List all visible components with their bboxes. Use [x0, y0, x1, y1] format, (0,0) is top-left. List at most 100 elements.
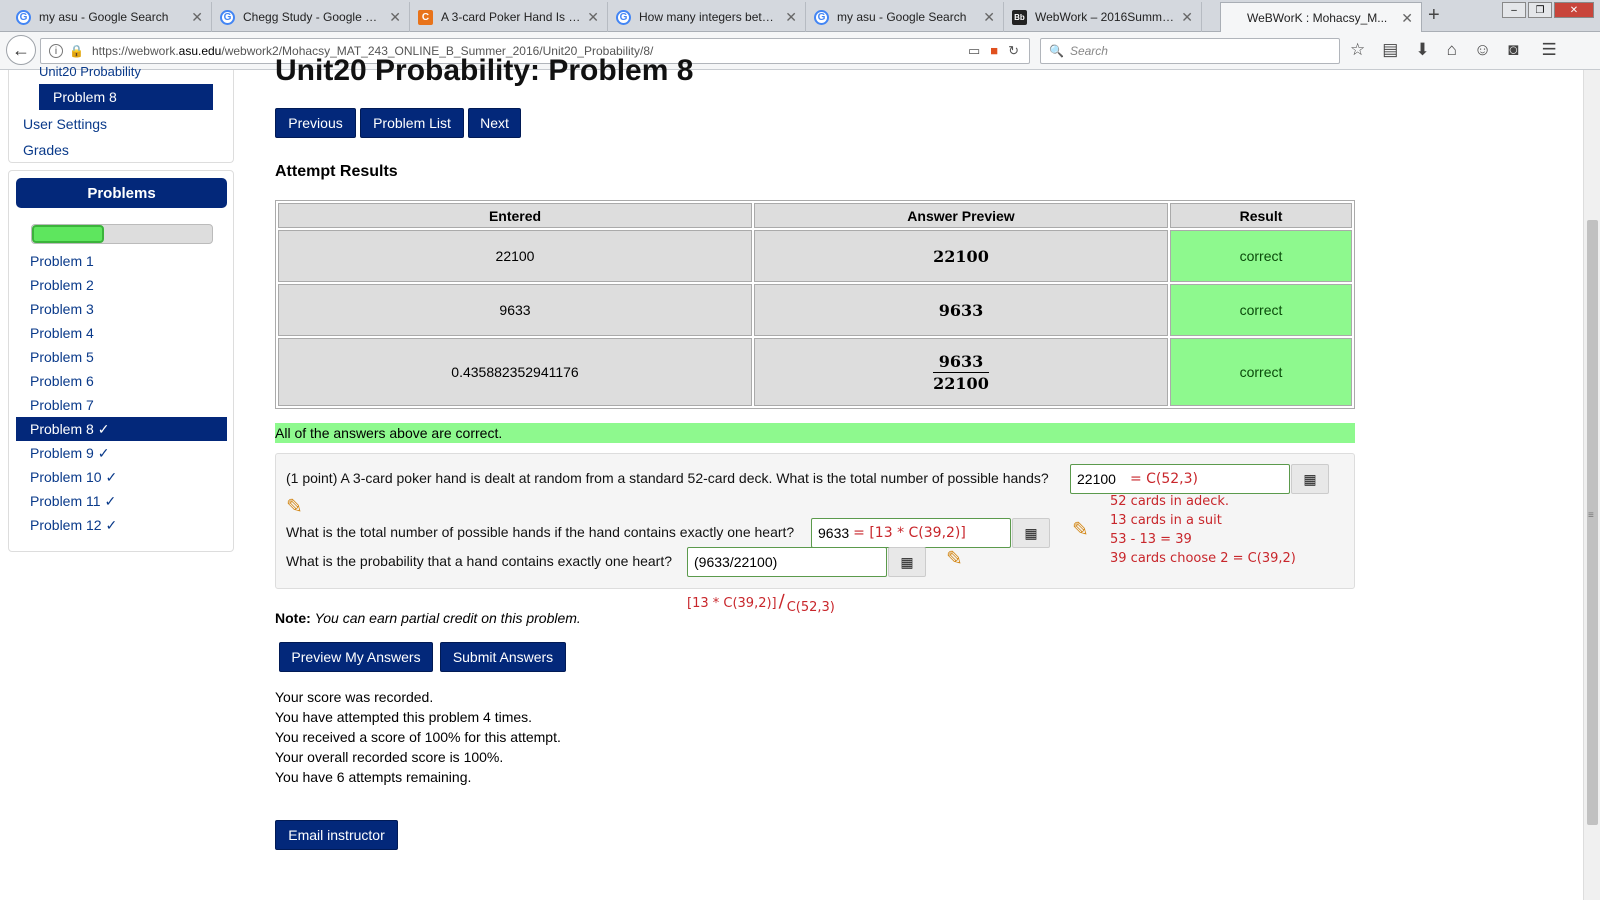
sidebar-problem-item[interactable]: Problem 6: [16, 369, 227, 393]
chat-icon[interactable]: ☺: [1474, 40, 1491, 60]
google-icon: G: [814, 9, 829, 25]
handwritten-below-note: [13 * C(39,2)] ∕ C(52,3): [687, 592, 835, 615]
google-icon: G: [16, 9, 31, 25]
sidebar-problem-item[interactable]: Problem 2: [16, 273, 227, 297]
browser-tab[interactable]: G my asu - Google Search ✕: [8, 2, 212, 32]
equation-editor-button[interactable]: ▦: [888, 547, 926, 577]
home-icon[interactable]: ⌂: [1447, 40, 1457, 60]
close-tab-icon[interactable]: ✕: [587, 9, 599, 26]
problems-heading: Problems: [16, 178, 227, 208]
next-button[interactable]: Next: [468, 108, 521, 138]
answer-2-input[interactable]: 9633 = [13 * C(39,2)]: [811, 518, 1011, 548]
browser-tab[interactable]: G Chegg Study - Google Se... ✕: [212, 2, 410, 32]
reader-view-icon[interactable]: ▭: [968, 43, 980, 59]
pencil-icon: ✎: [946, 548, 963, 570]
table-row: 9633 9633 correct: [278, 284, 1352, 336]
sidebar-problem-item[interactable]: Problem 9 ✓: [16, 441, 227, 465]
page-scrollbar[interactable]: ≡: [1583, 70, 1600, 900]
sidebar-problem-item[interactable]: Problem 10 ✓: [16, 465, 227, 489]
close-tab-icon[interactable]: ✕: [785, 9, 797, 26]
preview-answers-button[interactable]: Preview My Answers: [279, 642, 433, 672]
progress-bar: [31, 224, 213, 244]
maximize-icon[interactable]: ❐: [1528, 2, 1552, 18]
question-1-text: (1 point) A 3-card poker hand is dealt a…: [286, 470, 1049, 486]
search-placeholder: Search: [1069, 44, 1108, 58]
browser-tab[interactable]: G How many integers betw... ✕: [608, 2, 806, 32]
below-note-denominator: C(52,3): [786, 600, 835, 615]
preview-cell: 9633 22100: [754, 338, 1168, 406]
submit-answers-button[interactable]: Submit Answers: [440, 642, 566, 672]
side-note-line: 39 cards choose 2 = C(39,2): [1110, 551, 1296, 566]
close-tab-icon[interactable]: ✕: [1401, 10, 1413, 27]
search-icon: 🔍: [1049, 44, 1064, 58]
download-icon[interactable]: ⬇: [1415, 40, 1429, 60]
menu-icon[interactable]: ☰: [1541, 40, 1556, 60]
preview-cell: 22100: [754, 230, 1168, 282]
equation-editor-button[interactable]: ▦: [1012, 518, 1050, 548]
minimize-icon[interactable]: ‒: [1502, 2, 1526, 18]
sidebar-problem-item[interactable]: Problem 4: [16, 321, 227, 345]
close-tab-icon[interactable]: ✕: [191, 9, 203, 26]
tab-title: A 3-card Poker Hand Is D...: [441, 10, 582, 24]
status-line: Your overall recorded score is 100%.: [275, 749, 504, 765]
tab-title: my asu - Google Search: [837, 10, 967, 24]
search-field[interactable]: 🔍 Search: [1040, 38, 1340, 64]
sidebar-problem-item[interactable]: Problem 12 ✓: [16, 513, 227, 537]
pocket-icon[interactable]: ◙: [1508, 40, 1518, 60]
note-text: You can earn partial credit on this prob…: [314, 610, 581, 626]
close-tab-icon[interactable]: ✕: [983, 9, 995, 26]
page-title: Unit20 Probability: Problem 8: [275, 54, 694, 87]
browser-tab[interactable]: G my asu - Google Search ✕: [806, 2, 1004, 32]
new-tab-icon[interactable]: +: [1428, 4, 1440, 27]
browser-nav-bar: ← i 🔒 https://webwork.asu.edu/webwork2/M…: [0, 32, 1600, 70]
close-tab-icon[interactable]: ✕: [389, 9, 401, 26]
window-close-icon[interactable]: ✕: [1554, 2, 1594, 18]
results-header-row: Entered Answer Preview Result: [278, 203, 1352, 228]
info-icon[interactable]: i: [49, 44, 63, 58]
sidebar-problem-item[interactable]: Problem 11 ✓: [16, 489, 227, 513]
table-row: 0.435882352941176 9633 22100 correct: [278, 338, 1352, 406]
sidebar-problem-item[interactable]: Problem 7: [16, 393, 227, 417]
extension-icon[interactable]: ■: [990, 43, 998, 59]
bookmarks-list-icon[interactable]: ▤: [1382, 40, 1398, 60]
answer-3-input[interactable]: (9633/22100): [687, 547, 887, 577]
sidebar-grades[interactable]: Grades: [23, 142, 69, 158]
sidebar-user-settings[interactable]: User Settings: [23, 116, 107, 132]
sidebar-problem-item[interactable]: Problem 8 ✓: [16, 417, 227, 441]
email-instructor-button[interactable]: Email instructor: [275, 820, 398, 850]
answer-1-input[interactable]: 22100 = C(52,3): [1070, 464, 1290, 494]
reload-icon[interactable]: ↻: [1008, 43, 1019, 59]
bookmark-star-icon[interactable]: ☆: [1350, 40, 1365, 60]
tab-title: my asu - Google Search: [39, 10, 169, 24]
sidebar-problem-item[interactable]: Problem 5: [16, 345, 227, 369]
attempt-results-heading: Attempt Results: [275, 163, 398, 180]
pencil-icon: ✎: [1072, 519, 1089, 541]
handwritten-note: = C(52,3): [1129, 471, 1198, 487]
table-row: 22100 22100 correct: [278, 230, 1352, 282]
browser-tab-active[interactable]: WeBWorK : Mohacsy_M... ✕: [1220, 2, 1422, 33]
close-tab-icon[interactable]: ✕: [1181, 9, 1193, 26]
sidebar-current-problem[interactable]: Problem 8: [39, 84, 213, 110]
tab-title: WebWork – 2016Summer...: [1035, 10, 1176, 24]
fraction-denominator: 22100: [933, 373, 989, 393]
sidebar-problem-item[interactable]: Problem 3: [16, 297, 227, 321]
result-cell: correct: [1170, 230, 1352, 282]
back-arrow-icon[interactable]: ←: [6, 35, 36, 65]
question-3-text: What is the probability that a hand cont…: [286, 553, 673, 569]
sidebar-set-link[interactable]: Unit20 Probability: [39, 64, 141, 79]
google-icon: G: [616, 9, 631, 25]
entered-cell: 22100: [278, 230, 752, 282]
scrollbar-thumb[interactable]: [1587, 220, 1598, 825]
sidebar-nav: Unit20 Probability Problem 8 User Settin…: [8, 64, 234, 163]
previous-button[interactable]: Previous: [275, 108, 356, 138]
browser-tab-bar: G my asu - Google Search ✕ G Chegg Study…: [0, 0, 1600, 33]
tab-title: How many integers betw...: [639, 10, 780, 24]
problem-list-button[interactable]: Problem List: [360, 108, 464, 138]
browser-tab[interactable]: Bb WebWork – 2016Summer... ✕: [1004, 2, 1202, 32]
sidebar-problem-item[interactable]: Problem 1: [16, 249, 227, 273]
browser-tab[interactable]: C A 3-card Poker Hand Is D... ✕: [410, 2, 608, 32]
result-cell: correct: [1170, 284, 1352, 336]
answer-3-value: (9633/22100): [694, 554, 778, 570]
status-line: You have attempted this problem 4 times.: [275, 709, 533, 725]
equation-editor-button[interactable]: ▦: [1291, 464, 1329, 494]
